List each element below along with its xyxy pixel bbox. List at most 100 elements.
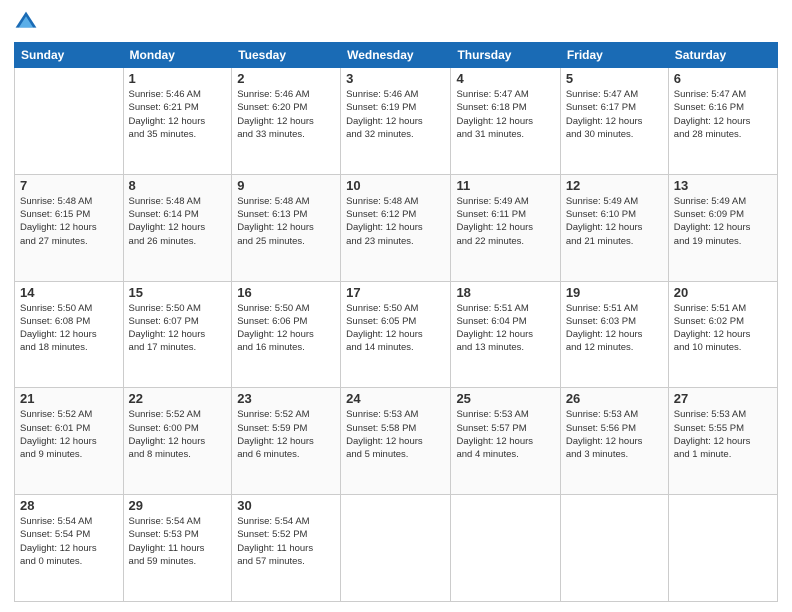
day-info: Sunrise: 5:48 AM Sunset: 6:14 PM Dayligh… — [129, 195, 227, 248]
calendar-cell: 3Sunrise: 5:46 AM Sunset: 6:19 PM Daylig… — [341, 68, 451, 175]
day-info: Sunrise: 5:46 AM Sunset: 6:19 PM Dayligh… — [346, 88, 445, 141]
calendar-cell: 4 Sunrise: 5:47 AM Sunset: 6:18 PM Daylig… — [451, 68, 560, 175]
weekday-header-saturday: Saturday — [668, 43, 777, 68]
day-info: Sunrise: 5:49 AM Sunset: 6:11 PM Dayligh… — [456, 195, 554, 248]
day-number: 5 — [566, 71, 663, 86]
day-number: 24 — [346, 391, 445, 406]
day-info: Sunrise: 5:52 AM Sunset: 6:01 PM Dayligh… — [20, 408, 118, 461]
day-number: 11 — [456, 178, 554, 193]
day-info: Sunrise: 5:47 AM Sunset: 6:17 PM Dayligh… — [566, 88, 663, 141]
calendar-cell: 16Sunrise: 5:50 AM Sunset: 6:06 PM Dayli… — [232, 281, 341, 388]
calendar-cell — [560, 495, 668, 602]
calendar-cell: 15 Sunrise: 5:50 AM Sunset: 6:07 PM Dayli… — [123, 281, 232, 388]
weekday-header-sunday: Sunday — [15, 43, 124, 68]
calendar-cell: 11 Sunrise: 5:49 AM Sunset: 6:11 PM Dayli… — [451, 174, 560, 281]
calendar-cell: 12 Sunrise: 5:49 AM Sunset: 6:10 PM Dayli… — [560, 174, 668, 281]
day-info: Sunrise: 5:46 AM Sunset: 6:20 PM Dayligh… — [237, 88, 335, 141]
day-number: 2 — [237, 71, 335, 86]
day-info: Sunrise: 5:54 AM Sunset: 5:54 PM Dayligh… — [20, 515, 118, 568]
calendar-cell — [15, 68, 124, 175]
day-number: 19 — [566, 285, 663, 300]
day-info: Sunrise: 5:50 AM Sunset: 6:06 PM Dayligh… — [237, 302, 335, 355]
day-number: 15 — [129, 285, 227, 300]
day-number: 25 — [456, 391, 554, 406]
calendar-cell: 6 Sunrise: 5:47 AM Sunset: 6:16 PM Daylig… — [668, 68, 777, 175]
day-info: Sunrise: 5:51 AM Sunset: 6:04 PM Dayligh… — [456, 302, 554, 355]
logo-icon — [14, 10, 38, 34]
weekday-header-monday: Monday — [123, 43, 232, 68]
weekday-header-row: SundayMondayTuesdayWednesdayThursdayFrid… — [15, 43, 778, 68]
calendar-cell: 13Sunrise: 5:49 AM Sunset: 6:09 PM Dayli… — [668, 174, 777, 281]
calendar-cell: 10 Sunrise: 5:48 AM Sunset: 6:12 PM Dayli… — [341, 174, 451, 281]
day-number: 1 — [129, 71, 227, 86]
day-info: Sunrise: 5:50 AM Sunset: 6:08 PM Dayligh… — [20, 302, 118, 355]
day-info: Sunrise: 5:54 AM Sunset: 5:53 PM Dayligh… — [129, 515, 227, 568]
day-number: 21 — [20, 391, 118, 406]
weekday-header-thursday: Thursday — [451, 43, 560, 68]
week-row-3: 14 Sunrise: 5:50 AM Sunset: 6:08 PM Dayli… — [15, 281, 778, 388]
day-info: Sunrise: 5:52 AM Sunset: 6:00 PM Dayligh… — [129, 408, 227, 461]
day-info: Sunrise: 5:47 AM Sunset: 6:18 PM Dayligh… — [456, 88, 554, 141]
calendar-cell: 1 Sunrise: 5:46 AM Sunset: 6:21 PM Daylig… — [123, 68, 232, 175]
day-number: 20 — [674, 285, 772, 300]
day-number: 8 — [129, 178, 227, 193]
calendar-cell: 27Sunrise: 5:53 AM Sunset: 5:55 PM Dayli… — [668, 388, 777, 495]
day-number: 10 — [346, 178, 445, 193]
calendar-cell — [668, 495, 777, 602]
logo — [14, 10, 42, 34]
day-info: Sunrise: 5:50 AM Sunset: 6:05 PM Dayligh… — [346, 302, 445, 355]
week-row-4: 21 Sunrise: 5:52 AM Sunset: 6:01 PM Dayli… — [15, 388, 778, 495]
weekday-header-tuesday: Tuesday — [232, 43, 341, 68]
day-info: Sunrise: 5:51 AM Sunset: 6:03 PM Dayligh… — [566, 302, 663, 355]
day-info: Sunrise: 5:54 AM Sunset: 5:52 PM Dayligh… — [237, 515, 335, 568]
weekday-header-friday: Friday — [560, 43, 668, 68]
day-info: Sunrise: 5:53 AM Sunset: 5:57 PM Dayligh… — [456, 408, 554, 461]
calendar-cell: 5 Sunrise: 5:47 AM Sunset: 6:17 PM Daylig… — [560, 68, 668, 175]
weekday-header-wednesday: Wednesday — [341, 43, 451, 68]
day-number: 9 — [237, 178, 335, 193]
day-info: Sunrise: 5:47 AM Sunset: 6:16 PM Dayligh… — [674, 88, 772, 141]
calendar-cell: 29 Sunrise: 5:54 AM Sunset: 5:53 PM Dayli… — [123, 495, 232, 602]
day-number: 12 — [566, 178, 663, 193]
calendar-cell: 28 Sunrise: 5:54 AM Sunset: 5:54 PM Dayli… — [15, 495, 124, 602]
day-info: Sunrise: 5:46 AM Sunset: 6:21 PM Dayligh… — [129, 88, 227, 141]
week-row-2: 7Sunrise: 5:48 AM Sunset: 6:15 PM Daylig… — [15, 174, 778, 281]
day-info: Sunrise: 5:49 AM Sunset: 6:10 PM Dayligh… — [566, 195, 663, 248]
day-number: 29 — [129, 498, 227, 513]
day-number: 14 — [20, 285, 118, 300]
calendar-cell: 23Sunrise: 5:52 AM Sunset: 5:59 PM Dayli… — [232, 388, 341, 495]
calendar-cell: 2 Sunrise: 5:46 AM Sunset: 6:20 PM Daylig… — [232, 68, 341, 175]
calendar-cell — [451, 495, 560, 602]
day-info: Sunrise: 5:48 AM Sunset: 6:12 PM Dayligh… — [346, 195, 445, 248]
day-number: 23 — [237, 391, 335, 406]
day-number: 6 — [674, 71, 772, 86]
calendar: SundayMondayTuesdayWednesdayThursdayFrid… — [14, 42, 778, 602]
day-info: Sunrise: 5:49 AM Sunset: 6:09 PM Dayligh… — [674, 195, 772, 248]
day-info: Sunrise: 5:53 AM Sunset: 5:58 PM Dayligh… — [346, 408, 445, 461]
header — [14, 10, 778, 34]
calendar-cell: 17 Sunrise: 5:50 AM Sunset: 6:05 PM Dayli… — [341, 281, 451, 388]
day-number: 17 — [346, 285, 445, 300]
calendar-cell: 25 Sunrise: 5:53 AM Sunset: 5:57 PM Dayli… — [451, 388, 560, 495]
week-row-1: 1 Sunrise: 5:46 AM Sunset: 6:21 PM Daylig… — [15, 68, 778, 175]
page: SundayMondayTuesdayWednesdayThursdayFrid… — [0, 0, 792, 612]
calendar-cell: 26Sunrise: 5:53 AM Sunset: 5:56 PM Dayli… — [560, 388, 668, 495]
day-number: 30 — [237, 498, 335, 513]
day-number: 4 — [456, 71, 554, 86]
week-row-5: 28 Sunrise: 5:54 AM Sunset: 5:54 PM Dayli… — [15, 495, 778, 602]
day-info: Sunrise: 5:50 AM Sunset: 6:07 PM Dayligh… — [129, 302, 227, 355]
calendar-cell: 22 Sunrise: 5:52 AM Sunset: 6:00 PM Dayli… — [123, 388, 232, 495]
calendar-cell: 19 Sunrise: 5:51 AM Sunset: 6:03 PM Dayli… — [560, 281, 668, 388]
day-number: 22 — [129, 391, 227, 406]
day-info: Sunrise: 5:53 AM Sunset: 5:56 PM Dayligh… — [566, 408, 663, 461]
day-number: 7 — [20, 178, 118, 193]
calendar-cell — [341, 495, 451, 602]
day-number: 18 — [456, 285, 554, 300]
day-info: Sunrise: 5:51 AM Sunset: 6:02 PM Dayligh… — [674, 302, 772, 355]
day-number: 27 — [674, 391, 772, 406]
calendar-cell: 9 Sunrise: 5:48 AM Sunset: 6:13 PM Daylig… — [232, 174, 341, 281]
calendar-cell: 7Sunrise: 5:48 AM Sunset: 6:15 PM Daylig… — [15, 174, 124, 281]
day-info: Sunrise: 5:48 AM Sunset: 6:13 PM Dayligh… — [237, 195, 335, 248]
calendar-cell: 30 Sunrise: 5:54 AM Sunset: 5:52 PM Dayli… — [232, 495, 341, 602]
day-number: 28 — [20, 498, 118, 513]
